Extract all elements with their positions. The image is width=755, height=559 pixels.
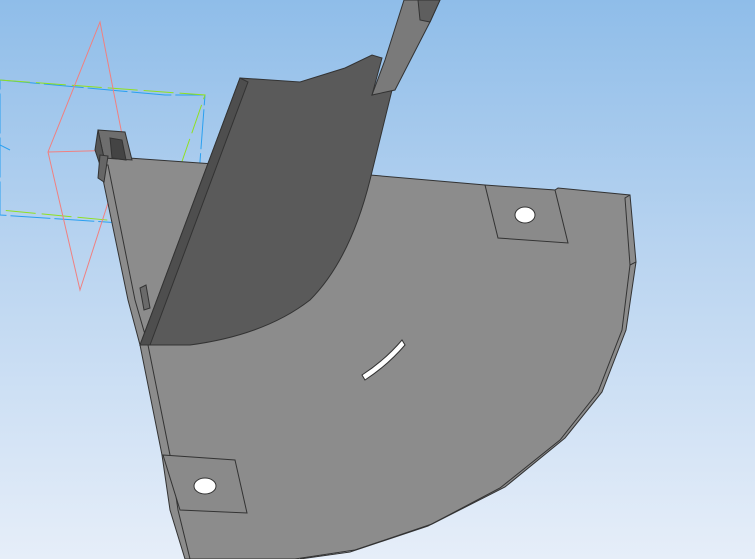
mounting-hole-top bbox=[514, 206, 536, 224]
cad-3d-viewport[interactable] bbox=[0, 0, 755, 559]
mounting-hole-bottom bbox=[193, 477, 217, 495]
model-scene[interactable] bbox=[0, 0, 755, 559]
